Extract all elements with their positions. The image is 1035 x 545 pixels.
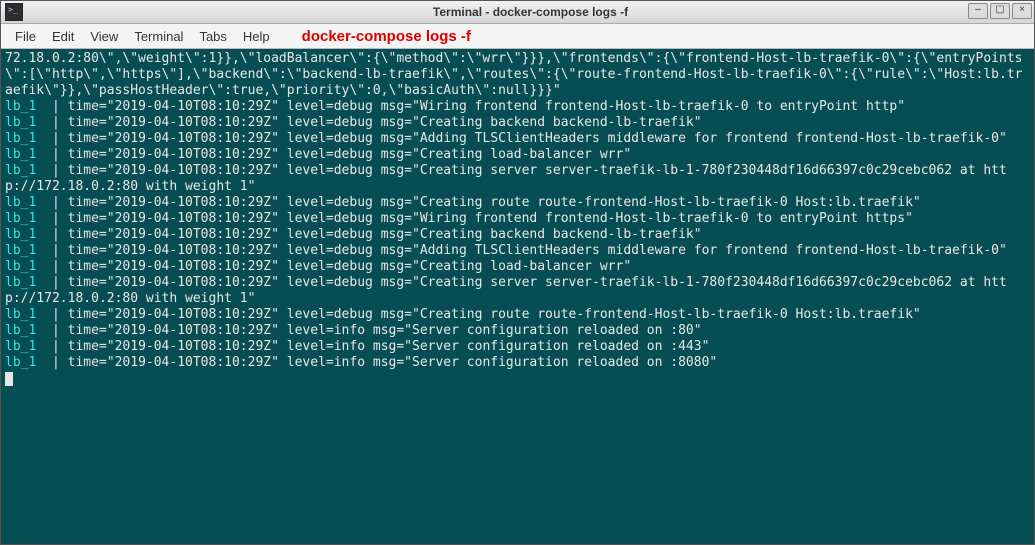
log-line: lb_1 | time="2019-04-10T08:10:29Z" level… [5,307,1030,323]
log-line: lb_1 | time="2019-04-10T08:10:29Z" level… [5,259,1030,275]
menubar: File Edit View Terminal Tabs Help docker… [1,24,1034,49]
terminal-output[interactable]: 72.18.0.2:80\",\"weight\":1}},\"loadBala… [1,49,1034,544]
service-name: lb_1 [5,307,36,322]
service-name: lb_1 [5,147,36,162]
annotation-text: docker-compose logs -f [302,28,471,45]
log-line: lb_1 | time="2019-04-10T08:10:29Z" level… [5,323,1030,339]
menu-view[interactable]: View [82,27,126,46]
log-separator: | [36,99,67,114]
log-line: lb_1 | time="2019-04-10T08:10:29Z" level… [5,211,1030,227]
log-message: time="2019-04-10T08:10:29Z" level=debug … [68,211,913,226]
service-name: lb_1 [5,195,36,210]
service-name: lb_1 [5,227,36,242]
log-message: time="2019-04-10T08:10:29Z" level=debug … [68,147,632,162]
log-line: lb_1 | time="2019-04-10T08:10:29Z" level… [5,243,1030,259]
log-message: time="2019-04-10T08:10:29Z" level=debug … [68,99,905,114]
log-separator: | [36,147,67,162]
log-message: time="2019-04-10T08:10:29Z" level=debug … [68,131,1007,146]
log-separator: | [36,339,67,354]
log-separator: | [36,259,67,274]
log-line: lb_1 | time="2019-04-10T08:10:29Z" level… [5,131,1030,147]
log-message: time="2019-04-10T08:10:29Z" level=info m… [68,323,702,338]
menu-terminal[interactable]: Terminal [126,27,191,46]
service-name: lb_1 [5,339,36,354]
menu-file[interactable]: File [7,27,44,46]
log-message: time="2019-04-10T08:10:29Z" level=debug … [5,163,1007,194]
cursor [5,372,13,386]
service-name: lb_1 [5,163,36,178]
log-line: lb_1 | time="2019-04-10T08:10:29Z" level… [5,227,1030,243]
log-separator: | [36,211,67,226]
log-message: time="2019-04-10T08:10:29Z" level=debug … [5,275,1007,306]
service-name: lb_1 [5,211,36,226]
log-message: time="2019-04-10T08:10:29Z" level=info m… [68,339,710,354]
titlebar: Terminal - docker-compose logs -f – ▢ × [1,1,1034,24]
log-separator: | [36,163,67,178]
menu-edit[interactable]: Edit [44,27,82,46]
log-line: lb_1 | time="2019-04-10T08:10:29Z" level… [5,147,1030,163]
log-separator: | [36,243,67,258]
menu-tabs[interactable]: Tabs [191,27,234,46]
log-separator: | [36,323,67,338]
log-message: time="2019-04-10T08:10:29Z" level=debug … [68,307,921,322]
log-line: lb_1 | time="2019-04-10T08:10:29Z" level… [5,339,1030,355]
log-message: time="2019-04-10T08:10:29Z" level=debug … [68,195,921,210]
log-message: time="2019-04-10T08:10:29Z" level=info m… [68,355,718,370]
log-line: lb_1 | time="2019-04-10T08:10:29Z" level… [5,163,1030,195]
log-line: 72.18.0.2:80\",\"weight\":1}},\"loadBala… [5,51,1030,99]
service-name: lb_1 [5,131,36,146]
log-message: time="2019-04-10T08:10:29Z" level=debug … [68,259,632,274]
service-name: lb_1 [5,275,36,290]
window-title: Terminal - docker-compose logs -f [27,5,1034,19]
log-separator: | [36,131,67,146]
log-message: time="2019-04-10T08:10:29Z" level=debug … [68,115,702,130]
service-name: lb_1 [5,259,36,274]
log-separator: | [36,195,67,210]
window-controls: – ▢ × [966,3,1032,19]
service-name: lb_1 [5,355,36,370]
minimize-button[interactable]: – [968,3,988,19]
close-button[interactable]: × [1012,3,1032,19]
log-separator: | [36,275,67,290]
log-line: lb_1 | time="2019-04-10T08:10:29Z" level… [5,99,1030,115]
maximize-button[interactable]: ▢ [990,3,1010,19]
log-line: lb_1 | time="2019-04-10T08:10:29Z" level… [5,115,1030,131]
log-separator: | [36,355,67,370]
log-line: lb_1 | time="2019-04-10T08:10:29Z" level… [5,195,1030,211]
log-separator: | [36,115,67,130]
log-separator: | [36,227,67,242]
terminal-icon [5,3,23,21]
service-name: lb_1 [5,115,36,130]
service-name: lb_1 [5,323,36,338]
log-message: time="2019-04-10T08:10:29Z" level=debug … [68,243,1007,258]
log-message: time="2019-04-10T08:10:29Z" level=debug … [68,227,702,242]
log-line: lb_1 | time="2019-04-10T08:10:29Z" level… [5,275,1030,307]
log-line: lb_1 | time="2019-04-10T08:10:29Z" level… [5,355,1030,371]
service-name: lb_1 [5,243,36,258]
service-name: lb_1 [5,99,36,114]
menu-help[interactable]: Help [235,27,278,46]
log-separator: | [36,307,67,322]
terminal-window: Terminal - docker-compose logs -f – ▢ × … [0,0,1035,545]
